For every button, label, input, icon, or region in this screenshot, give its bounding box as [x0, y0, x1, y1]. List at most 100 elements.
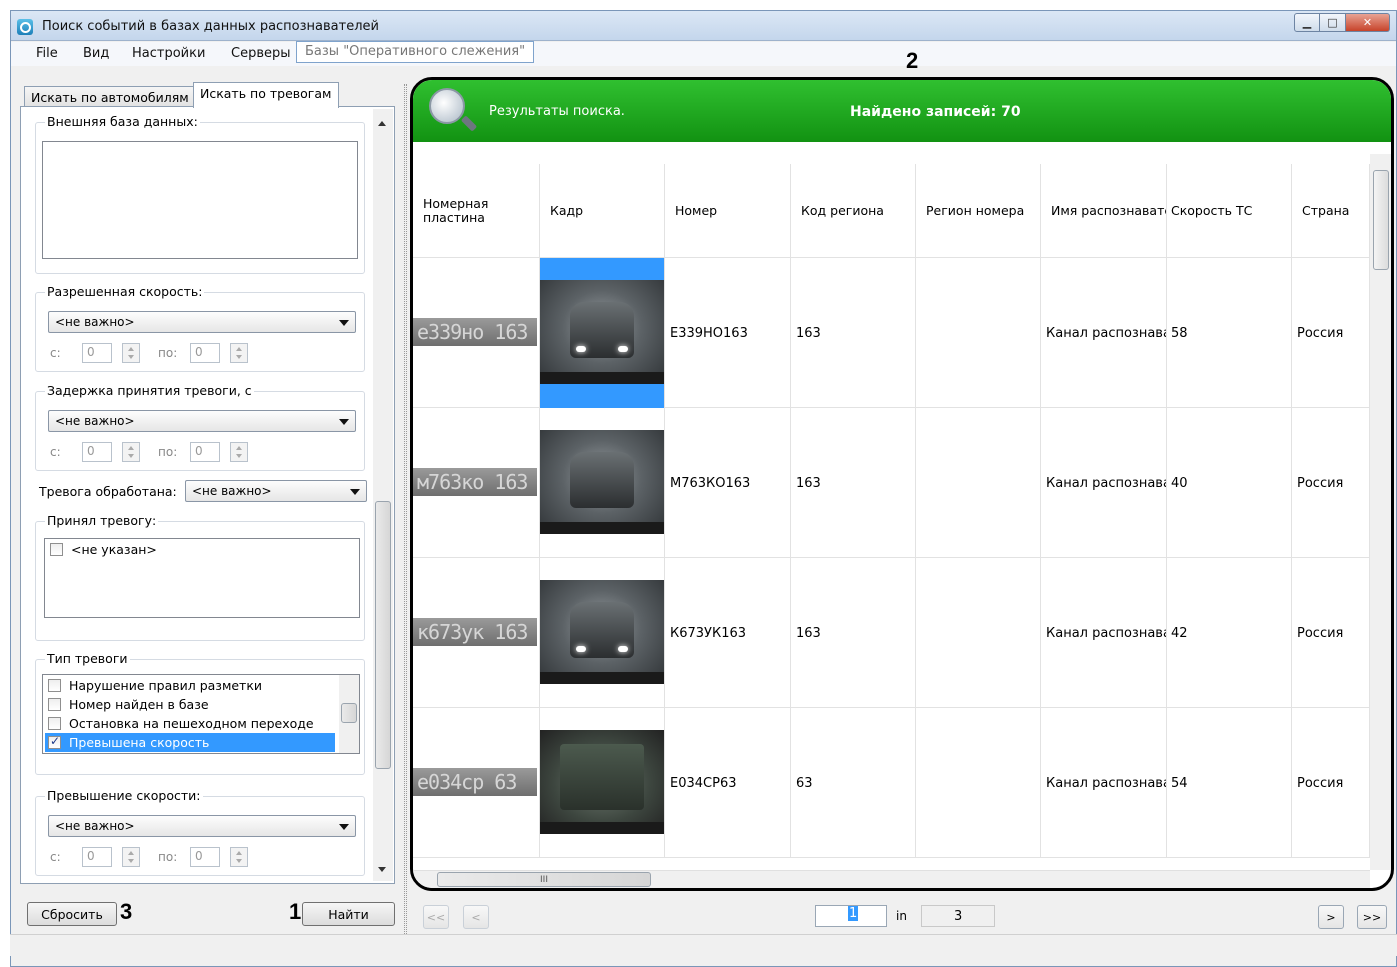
allowed-speed-to-input[interactable]: 0: [190, 343, 220, 363]
alarm-type-scrollbar[interactable]: [339, 675, 359, 753]
scroll-thumb[interactable]: [375, 501, 391, 769]
speed-excess-to-input[interactable]: 0: [190, 847, 220, 867]
results-vertical-scrollbar[interactable]: [1370, 154, 1391, 870]
maximize-button[interactable]: □: [1320, 13, 1346, 32]
delay-select[interactable]: <не важно>: [48, 410, 356, 432]
vehicle-frame-image: [540, 430, 664, 534]
plate-image: м763ко 163: [413, 468, 537, 496]
recognizer-cell: Канал распознавания: [1041, 408, 1167, 558]
alarm-type-item-selected[interactable]: Превышена скорость: [45, 733, 335, 752]
allowed-speed-to-stepper[interactable]: [230, 343, 248, 363]
column-header[interactable]: Страна: [1292, 164, 1370, 258]
panel-splitter[interactable]: [404, 84, 407, 934]
column-header[interactable]: Номерная пластина: [413, 164, 540, 258]
delay-from-label: с:: [50, 445, 61, 459]
info-strip: [540, 522, 664, 534]
column-header[interactable]: Код региона: [791, 164, 916, 258]
alarm-type-list[interactable]: Нарушение правил разметки Номер найден в…: [42, 674, 360, 754]
status-bar: [10, 934, 1397, 956]
tab-search-by-cars[interactable]: Искать по автомобилям: [24, 86, 194, 108]
chevron-down-icon: [339, 320, 349, 326]
filter-panel-scrollbar[interactable]: [373, 109, 393, 881]
alarm-type-item[interactable]: Остановка на пешеходном переходе: [48, 714, 338, 733]
frame-cell: [540, 408, 665, 558]
last-page-button[interactable]: >>: [1357, 905, 1387, 929]
accepted-by-label: Принял тревогу:: [45, 513, 159, 528]
plate-cell: е034ср 63: [413, 708, 540, 858]
alarm-type-item-label: Нарушение правил разметки: [69, 678, 263, 693]
checkbox[interactable]: [48, 679, 61, 692]
speed-excess-from-input[interactable]: 0: [82, 847, 112, 867]
delay-to-stepper[interactable]: [230, 442, 248, 462]
accepted-by-list[interactable]: <не указан>: [44, 538, 360, 618]
delay-to-input[interactable]: 0: [190, 442, 220, 462]
allowed-speed-select[interactable]: <не важно>: [48, 311, 356, 333]
country-cell: Россия: [1292, 408, 1370, 558]
close-button[interactable]: ✕: [1346, 13, 1390, 32]
delay-from-stepper[interactable]: [122, 442, 140, 462]
tab-search-by-alarms[interactable]: Искать по тревогам: [193, 82, 339, 108]
number-cell: Е034СР63: [665, 708, 791, 858]
headlight: [576, 646, 586, 652]
prev-page-button[interactable]: <: [463, 905, 489, 929]
menu-servers[interactable]: Серверы: [231, 46, 291, 61]
alarm-type-item-label: Остановка на пешеходном переходе: [69, 716, 314, 731]
processed-select[interactable]: <не важно>: [185, 480, 367, 502]
checkbox[interactable]: [48, 717, 61, 730]
find-button[interactable]: Найти: [302, 902, 395, 926]
alarm-type-item[interactable]: Номер найден в базе: [48, 695, 338, 714]
vehicle-shape: [570, 452, 634, 508]
minimize-button[interactable]: ▁: [1294, 13, 1320, 32]
table-row[interactable]: е034ср 63 Е034СР63 63 Канал распознавани…: [413, 708, 1370, 858]
plate-image: к673ук 163: [413, 618, 537, 646]
speed-cell: 54: [1167, 708, 1292, 858]
headlight: [576, 346, 586, 352]
reset-button[interactable]: Сбросить: [27, 902, 117, 926]
region-code-cell: 163: [791, 258, 916, 408]
annotation-1: 1: [289, 899, 302, 924]
column-header[interactable]: Имя распознавателя: [1041, 164, 1167, 258]
scroll-thumb[interactable]: III: [437, 872, 651, 887]
scroll-thumb[interactable]: [341, 703, 357, 723]
column-header[interactable]: Скорость ТС: [1167, 164, 1292, 258]
allowed-speed-group: Разрешенная скорость: <не важно> с: 0 по…: [35, 284, 365, 372]
table-row[interactable]: e339но 163 Е339НО163 163 Канал распознав…: [413, 258, 1370, 408]
checkbox[interactable]: [48, 698, 61, 711]
allowed-speed-from-stepper[interactable]: [122, 343, 140, 363]
speed-excess-from-stepper[interactable]: [122, 847, 140, 867]
current-page-value: 1: [848, 906, 859, 921]
column-header[interactable]: Регион номера: [916, 164, 1041, 258]
menu-databases[interactable]: Базы "Оперативного слежения": [296, 41, 535, 63]
next-page-button[interactable]: >: [1318, 905, 1344, 929]
menu-view[interactable]: Вид: [83, 46, 109, 61]
allowed-speed-from-label: с:: [50, 346, 61, 360]
menu-file[interactable]: File: [36, 46, 58, 61]
checkbox-checked[interactable]: [48, 734, 61, 749]
column-header[interactable]: Кадр: [540, 164, 665, 258]
alarm-type-item[interactable]: Нарушение правил разметки: [48, 676, 338, 695]
table-row[interactable]: к673ук 163 К673УК163 163 Канал распознав…: [413, 558, 1370, 708]
accepted-by-item[interactable]: <не указан>: [50, 540, 157, 559]
annotation-2: 2: [906, 48, 919, 73]
speed-excess-to-stepper[interactable]: [230, 847, 248, 867]
current-page-input[interactable]: 1: [815, 905, 887, 927]
scroll-down-icon[interactable]: [378, 867, 386, 872]
results-horizontal-scrollbar[interactable]: III: [413, 870, 1370, 888]
column-header[interactable]: Номер: [665, 164, 791, 258]
allowed-speed-from-input[interactable]: 0: [82, 343, 112, 363]
region-cell: [916, 708, 1041, 858]
speed-excess-select[interactable]: <не важно>: [48, 815, 356, 837]
speed-excess-value: <не важно>: [55, 819, 135, 833]
results-header: Результаты поиска. Найдено записей: 70: [413, 80, 1391, 142]
scroll-up-icon[interactable]: [378, 121, 386, 126]
checkbox[interactable]: [50, 543, 63, 556]
speed-excess-group: Превышение скорости: <не важно> с: 0 по:…: [35, 788, 365, 876]
scroll-thumb[interactable]: [1373, 170, 1389, 270]
external-db-list[interactable]: [42, 141, 358, 259]
recognizer-cell: Канал распознавания: [1041, 708, 1167, 858]
first-page-button[interactable]: <<: [423, 905, 449, 929]
delay-from-input[interactable]: 0: [82, 442, 112, 462]
table-row[interactable]: м763ко 163 М763КО163 163 Канал распознав…: [413, 408, 1370, 558]
menu-settings[interactable]: Настройки: [132, 46, 205, 61]
frame-cell: [540, 558, 665, 708]
